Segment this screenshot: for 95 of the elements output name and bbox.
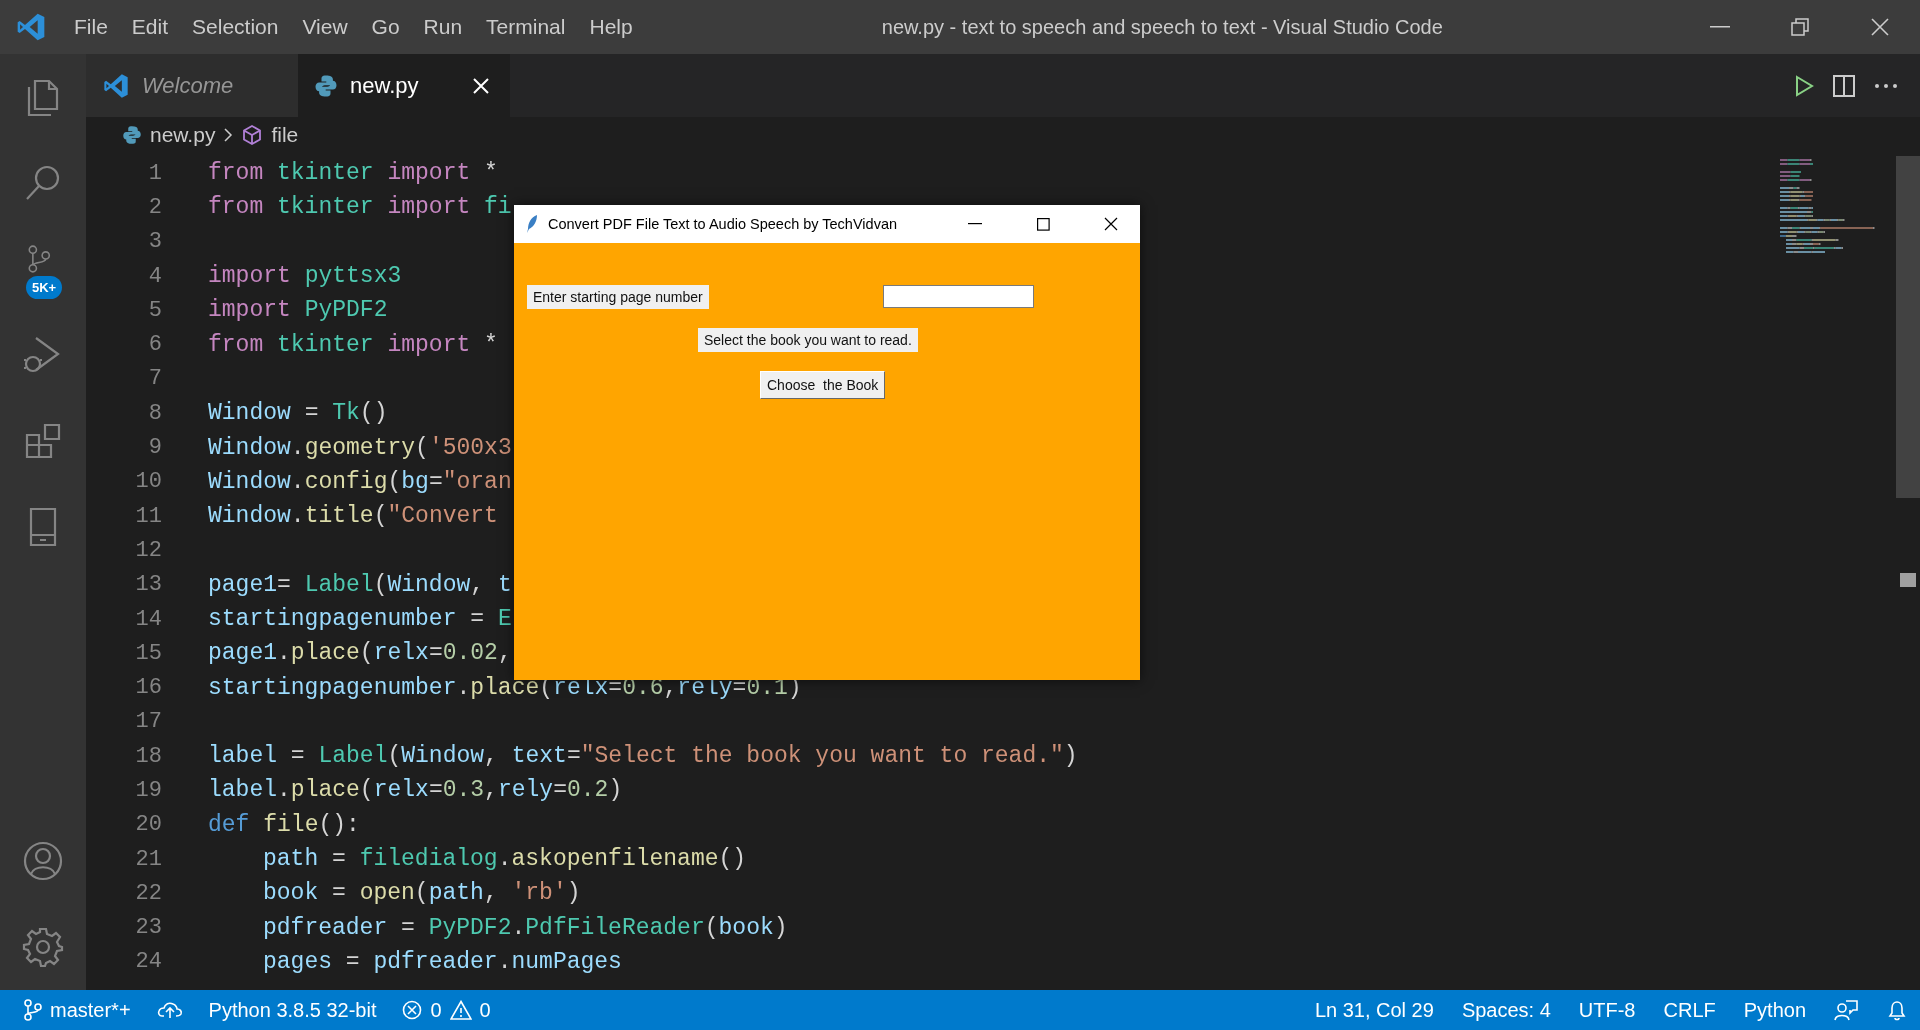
chevron-icon <box>223 127 234 143</box>
line-number: 20 <box>134 812 162 838</box>
more-icon[interactable] <box>1874 82 1898 89</box>
warning-count[interactable]: 0 <box>479 998 491 1022</box>
window-title: new.py - text to speech and speech to text - Visual Studio Code <box>880 15 1444 39</box>
minimize-icon[interactable] <box>968 223 982 225</box>
editor-tab[interactable]: Welcome <box>86 54 298 117</box>
error-icon[interactable] <box>402 1000 423 1020</box>
feedback-icon[interactable] <box>1834 999 1858 1021</box>
instruction-label: Select the book you want to read. <box>698 328 918 352</box>
line-number: 4 <box>147 263 162 289</box>
language-status[interactable]: Python <box>1743 998 1806 1022</box>
code-line: Window.title("Convert <box>208 503 498 530</box>
scrollbar-thumb[interactable] <box>1896 156 1920 498</box>
code-line: import PyPDF2 <box>208 297 388 324</box>
warning-icon[interactable] <box>449 1000 472 1020</box>
extensions-icon[interactable] <box>23 421 63 461</box>
indentation-status[interactable]: Spaces: 4 <box>1461 998 1551 1022</box>
line-number: 19 <box>134 778 162 803</box>
line-number: 22 <box>134 880 162 906</box>
code-line: Window.config(bg="oran <box>208 468 512 495</box>
line-number: 14 <box>134 606 162 632</box>
python-file-icon <box>314 73 338 98</box>
cursor-marker <box>1900 573 1916 587</box>
code-line: from tkinter import fi <box>208 194 512 221</box>
bell-icon[interactable] <box>1886 999 1908 1021</box>
code-line: page1.place(relx=0.02, <box>208 640 512 667</box>
code-line: Window.geometry('500x3 <box>208 434 512 461</box>
page-number-label: Enter starting page number <box>527 285 709 309</box>
line-number: 6 <box>147 332 162 358</box>
menu-item[interactable]: Go <box>359 9 412 45</box>
menu-item[interactable]: File <box>62 9 120 45</box>
code-line: pdfreader = PyPDF2.PdfFileReader(book) <box>263 914 788 941</box>
code-line: label.place(relx=0.3,rely=0.2) <box>208 777 623 804</box>
line-number: 7 <box>147 366 162 392</box>
choose-book-button[interactable]: Choose the Book <box>760 371 886 399</box>
dialog-title: Convert PDF File Text to Audio Speech by TechVidvan <box>548 216 898 232</box>
menu-item[interactable]: Terminal <box>474 9 578 45</box>
line-number: 1 <box>147 160 162 186</box>
line-number: 15 <box>134 640 162 666</box>
line-number: 9 <box>147 435 162 460</box>
menu-item[interactable]: View <box>290 9 360 45</box>
code-line: pages = pdfreader.numPages <box>263 948 622 975</box>
menu-item[interactable]: Selection <box>180 9 291 45</box>
line-number: 12 <box>134 537 162 563</box>
feather-icon <box>526 214 538 234</box>
line-number: 3 <box>147 229 162 255</box>
notification-badge: 5K+ <box>26 276 63 299</box>
menu-item[interactable]: Run <box>411 9 475 45</box>
code-line: startingpagenumber = E <box>208 606 512 632</box>
code-line: from tkinter import * <box>208 331 498 358</box>
app-logo-icon <box>15 11 47 43</box>
menu-item[interactable]: Edit <box>119 9 181 45</box>
error-count[interactable]: 0 <box>430 998 442 1022</box>
restore-icon[interactable] <box>1790 17 1810 37</box>
cloud-upload-icon[interactable] <box>156 1000 183 1020</box>
run-icon[interactable] <box>1794 74 1814 97</box>
python-file-icon <box>122 125 142 145</box>
line-number: 24 <box>134 949 162 975</box>
line-number: 8 <box>147 400 162 426</box>
code-line: page1= Label(Window, t <box>208 571 512 598</box>
line-number: 11 <box>134 503 162 529</box>
page-number-field[interactable] <box>883 285 1034 308</box>
code-line: def file(): <box>208 811 360 838</box>
line-number: 23 <box>134 915 162 941</box>
interpreter-status[interactable]: Python 3.8.5 32-bit <box>208 998 377 1022</box>
branch-icon <box>24 999 42 1021</box>
line-number: 17 <box>134 709 162 735</box>
editor-tab[interactable]: new.py <box>298 54 510 117</box>
code-line: Window = Tk() <box>208 400 388 427</box>
code-line: label = Label(Window, text="Select the book you want to read.") <box>208 743 1078 770</box>
line-number: 10 <box>134 469 162 495</box>
breadcrumb-item[interactable]: new.py <box>150 123 216 147</box>
line-number: 16 <box>134 675 162 701</box>
breadcrumb-item[interactable]: file <box>271 123 299 147</box>
cursor-position[interactable]: Ln 31, Col 29 <box>1314 998 1434 1022</box>
line-number: 5 <box>147 297 162 323</box>
code-line: from tkinter import * <box>208 160 498 187</box>
encoding-status[interactable]: UTF-8 <box>1578 998 1636 1022</box>
code-line: book = open(path, 'rb') <box>263 880 581 907</box>
cube-icon <box>241 124 264 146</box>
line-number: 18 <box>134 743 162 769</box>
maximize-icon[interactable] <box>1036 217 1050 231</box>
line-number: 13 <box>134 572 162 598</box>
line-number: 21 <box>134 846 162 872</box>
code-line: import pyttsx3 <box>208 263 402 290</box>
settings-icon[interactable] <box>22 926 64 968</box>
close-icon[interactable] <box>1104 217 1118 231</box>
line-number: 2 <box>147 194 162 220</box>
split-editor-icon[interactable] <box>1832 73 1856 98</box>
line-ending-status[interactable]: CRLF <box>1663 998 1716 1022</box>
menu-item[interactable]: Help <box>577 9 645 45</box>
code-line: path = filedialog.askopenfilename() <box>263 846 747 873</box>
account-icon[interactable] <box>22 840 64 882</box>
branch-status[interactable]: master*+ <box>24 998 131 1022</box>
